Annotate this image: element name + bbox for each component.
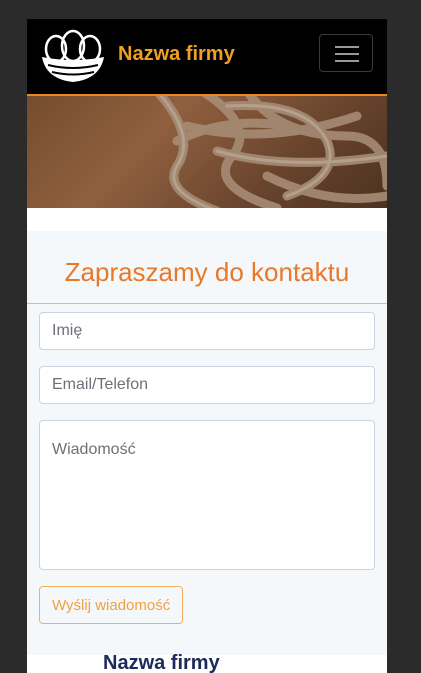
- email-phone-input[interactable]: [39, 366, 375, 404]
- hamburger-line: [335, 46, 359, 48]
- hero-image-pasta: [27, 96, 387, 208]
- title-divider: [27, 303, 387, 304]
- navbar: Nazwa firmy: [27, 19, 387, 96]
- send-message-button[interactable]: Wyślij wiadomość: [39, 586, 184, 624]
- contact-title: Zapraszamy do kontaktu: [64, 257, 350, 287]
- brand-name[interactable]: Nazwa firmy: [118, 43, 235, 66]
- pasta-illustration: [27, 96, 387, 208]
- message-textarea[interactable]: [39, 420, 375, 570]
- hamburger-menu-button[interactable]: [319, 34, 373, 72]
- contact-section: Zapraszamy do kontaktu Wyślij wiadomość …: [27, 231, 387, 673]
- hamburger-line: [335, 53, 359, 55]
- name-input[interactable]: [39, 312, 375, 350]
- spacer: [27, 208, 387, 231]
- mobile-viewport: Nazwa firmy Zapraszamy do kontaktu Imię …: [27, 19, 387, 673]
- footer-brand-peek: Nazwa firmy: [103, 652, 220, 673]
- egg-basket-logo-icon[interactable]: [40, 27, 106, 85]
- hamburger-line: [335, 60, 359, 62]
